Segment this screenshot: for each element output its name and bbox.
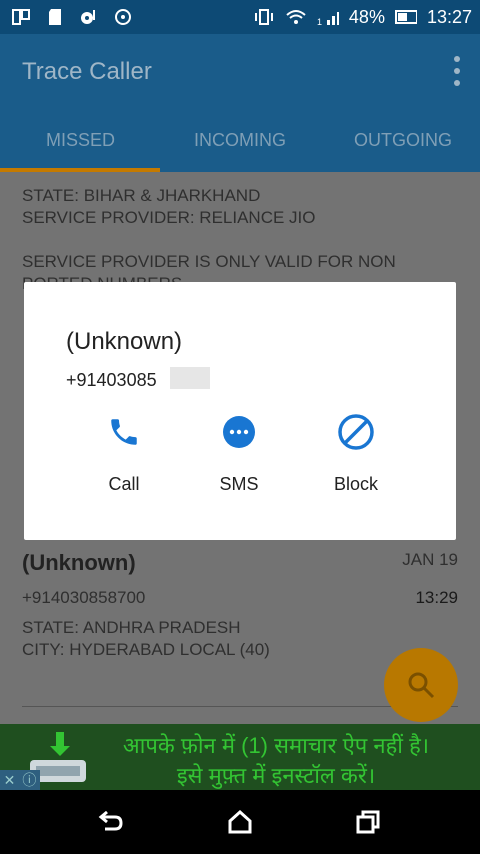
- sms-icon: [184, 410, 294, 454]
- caller-city: CITY: HYDERABAD LOCAL (40): [22, 640, 270, 659]
- app-title: Trace Caller: [22, 58, 152, 85]
- list-item-provider: SERVICE PROVIDER: RELIANCE JIO: [22, 208, 316, 227]
- navigation-bar: [0, 790, 480, 854]
- list-item-state: STATE: BIHAR & JHARKHAND: [22, 186, 261, 205]
- call-time: 13:29: [415, 588, 458, 607]
- home-icon[interactable]: [226, 808, 254, 836]
- search-icon: [408, 672, 435, 699]
- caller-state: STATE: ANDHRA PRADESH: [22, 618, 241, 637]
- call-date: JAN 19: [402, 550, 458, 569]
- vibrate-icon: [253, 6, 275, 28]
- dialog-number: +91403085: [66, 370, 157, 390]
- tab-bar: MISSED INCOMING OUTGOING: [0, 108, 480, 172]
- caller-dialog: (Unknown) +91403085 Call SMS Block: [24, 282, 456, 540]
- tab-incoming[interactable]: INCOMING: [194, 130, 286, 151]
- recents-icon[interactable]: [354, 808, 382, 836]
- wifi-icon: [285, 6, 307, 28]
- tab-missed[interactable]: MISSED: [46, 130, 115, 151]
- ad-text-line2: इसे मुफ़्त में इनस्टॉल करें।: [176, 763, 376, 788]
- app-bar: Trace Caller: [0, 34, 480, 108]
- block-icon: [301, 410, 411, 454]
- search-fab[interactable]: [384, 648, 458, 722]
- tab-outgoing[interactable]: OUTGOING: [354, 130, 452, 151]
- sms-button[interactable]: SMS: [184, 410, 294, 495]
- block-button[interactable]: Block: [301, 410, 411, 495]
- overflow-menu-icon[interactable]: [454, 56, 462, 86]
- sync-icon: [112, 6, 134, 28]
- music-icon: [78, 6, 100, 28]
- battery-percent: 48%: [348, 6, 385, 27]
- svg-text:1: 1: [317, 17, 322, 26]
- gallery-icon: [10, 6, 32, 28]
- clock: 13:27: [426, 6, 472, 27]
- battery-icon: [394, 6, 417, 28]
- ad-banner[interactable]: आपके फ़ोन में (1) समाचार ऐप नहीं है। इसे…: [0, 724, 480, 790]
- call-button[interactable]: Call: [69, 410, 179, 495]
- signal-icon: 1: [317, 6, 339, 28]
- block-label: Block: [333, 474, 378, 494]
- status-bar: 1 48% 13:27: [0, 0, 480, 34]
- ad-close-icon[interactable]: ✕ ⓘ: [0, 770, 40, 790]
- phone-icon: [69, 410, 179, 454]
- sms-label: SMS: [219, 474, 259, 494]
- sd-card-icon: [44, 6, 66, 28]
- ad-text-line1: आपके फ़ोन में (1) समाचार ऐप नहीं है।: [122, 733, 430, 758]
- call-label: Call: [108, 474, 140, 494]
- back-icon[interactable]: [96, 808, 124, 836]
- redacted-digits: [170, 367, 210, 389]
- caller-name[interactable]: (Unknown): [22, 550, 136, 576]
- list-item-note: SERVICE PROVIDER IS ONLY VALID FOR NON: [22, 252, 396, 271]
- caller-number: +914030858700: [22, 588, 146, 607]
- dialog-title: (Unknown): [66, 328, 183, 355]
